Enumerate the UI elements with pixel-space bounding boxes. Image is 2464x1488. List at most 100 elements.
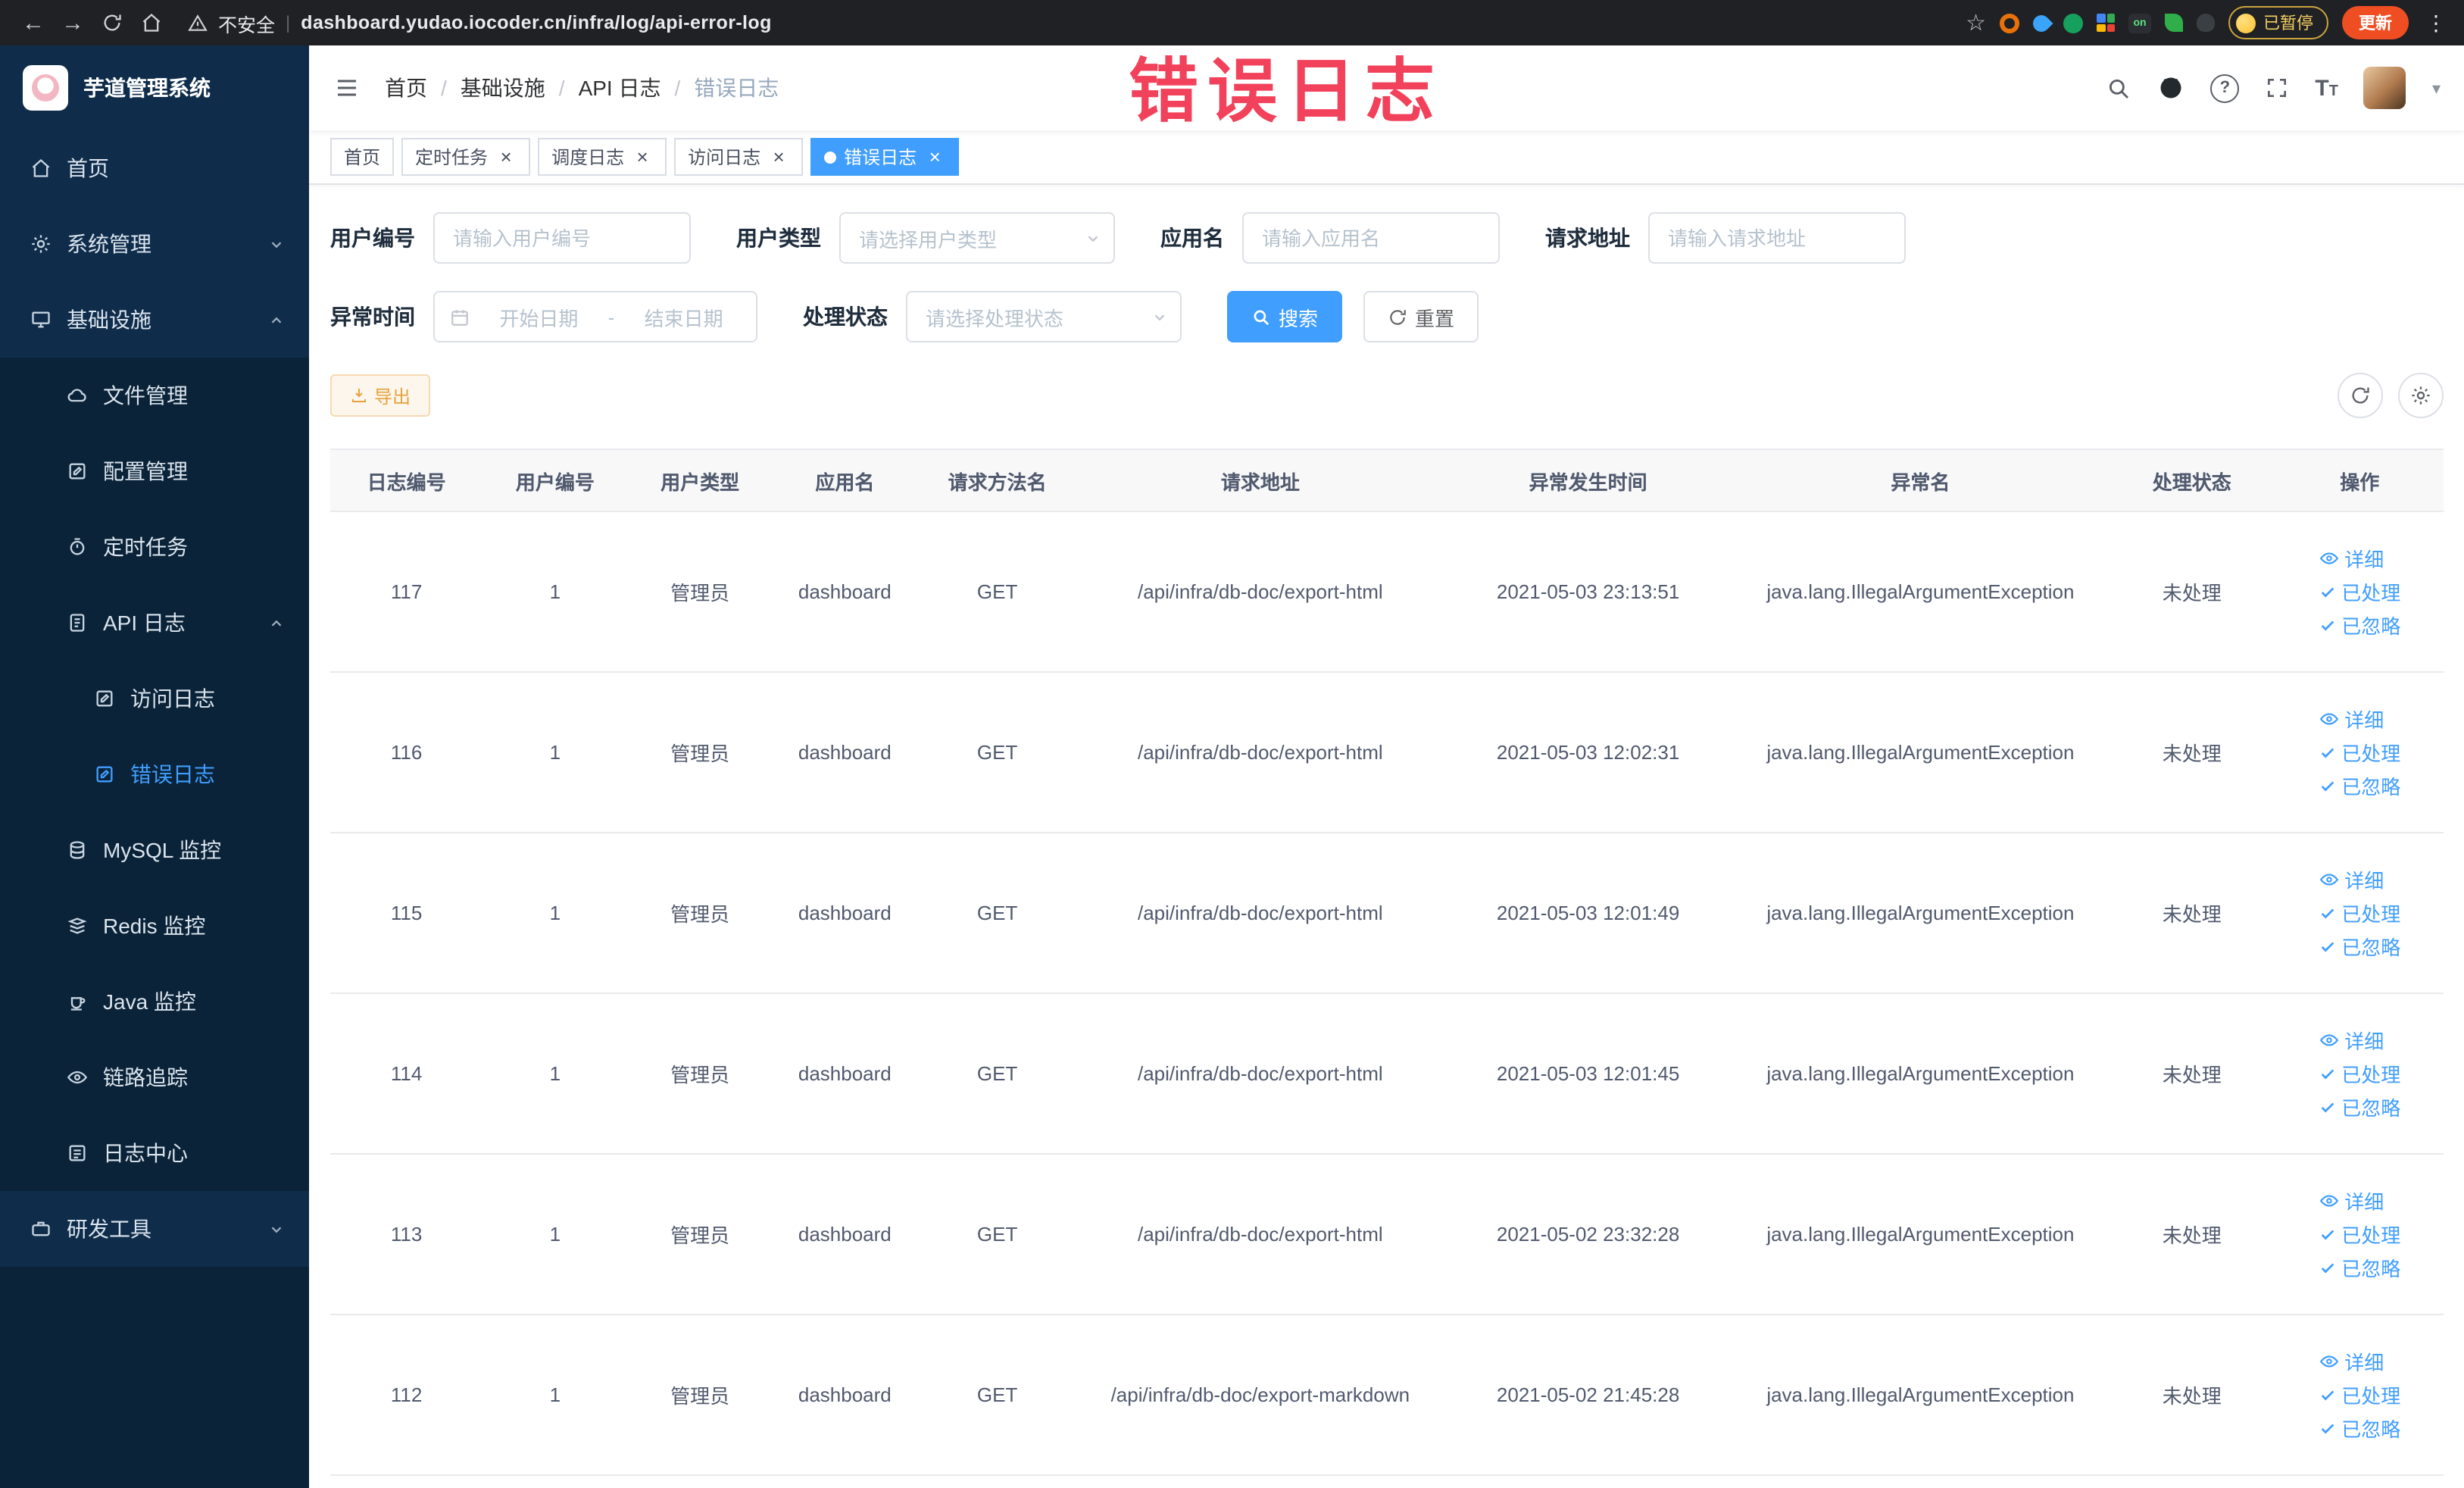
refresh-icon	[1388, 307, 1407, 327]
user-id-input[interactable]	[433, 212, 691, 264]
action-processed[interactable]: 已处理	[2319, 738, 2400, 767]
help-icon[interactable]: ?	[2210, 73, 2240, 102]
search-button[interactable]: 搜索	[1227, 291, 1343, 342]
sidebar-item-config-management[interactable]: 配置管理	[0, 433, 309, 509]
close-icon[interactable]: ×	[495, 146, 517, 167]
extension-icon-6[interactable]	[2165, 14, 2183, 32]
sidebar-item-infrastructure[interactable]: 基础设施	[0, 282, 309, 358]
sidebar-item-java-monitor[interactable]: Java 监控	[0, 964, 309, 1039]
action-processed[interactable]: 已处理	[2319, 577, 2400, 606]
sidebar-item-redis-monitor[interactable]: Redis 监控	[0, 888, 309, 964]
update-button[interactable]: 更新	[2342, 6, 2409, 39]
process-status-select[interactable]: 请选择处理状态	[906, 291, 1182, 342]
action-ignored[interactable]: 已忽略	[2319, 1253, 2400, 1282]
chevron-down-icon	[268, 236, 285, 252]
eye-icon	[2319, 1191, 2338, 1211]
sidebar-item-label: API 日志	[103, 611, 186, 635]
sidebar-item-file-management[interactable]: 文件管理	[0, 358, 309, 433]
sidebar-item-home[interactable]: 首页	[0, 130, 309, 206]
close-icon[interactable]: ×	[768, 146, 789, 167]
home-nav-icon[interactable]	[133, 5, 170, 41]
action-detail[interactable]: 详细	[2319, 865, 2384, 894]
action-ignored[interactable]: 已忽略	[2319, 611, 2400, 639]
action-processed[interactable]: 已处理	[2319, 1380, 2400, 1409]
sidebar-item-log-center[interactable]: 日志中心	[0, 1115, 309, 1191]
col-request-url: 请求地址	[1077, 449, 1444, 512]
sidebar-item-system-management[interactable]: 系统管理	[0, 206, 309, 282]
tab-home[interactable]: 首页	[330, 138, 395, 176]
extension-icon-2[interactable]	[2029, 11, 2053, 35]
extension-icon-7[interactable]	[2197, 14, 2215, 32]
action-detail[interactable]: 详细	[2319, 1026, 2384, 1055]
cell-method: GET	[917, 672, 1078, 833]
tab-dispatch-logs[interactable]: 调度日志 ×	[538, 138, 667, 176]
breadcrumb: 首页 / 基础设施 / API 日志 / 错误日志	[385, 73, 779, 103]
sidebar-item-mysql-monitor[interactable]: MySQL 监控	[0, 812, 309, 888]
action-ignored[interactable]: 已忽略	[2319, 771, 2400, 800]
user-type-select[interactable]: 请选择用户类型	[839, 212, 1115, 264]
sidebar-item-error-logs[interactable]: 错误日志	[0, 736, 309, 812]
breadcrumb-item[interactable]: 基础设施	[461, 73, 545, 103]
browser-menu-icon[interactable]: ⋮	[2422, 10, 2450, 36]
filter-label-exception-time: 异常时间	[330, 305, 415, 329]
action-ignored[interactable]: 已忽略	[2319, 932, 2400, 961]
tab-error-logs[interactable]: 错误日志 ×	[810, 138, 960, 176]
action-detail[interactable]: 详细	[2319, 544, 2384, 573]
cell-actions: 详细 已处理 已忽略	[2275, 833, 2444, 994]
avatar[interactable]	[2363, 67, 2406, 109]
extension-icon-3[interactable]	[2063, 13, 2083, 33]
app-logo[interactable]: 芋道管理系统	[0, 45, 309, 130]
cell-app-name: dashboard	[772, 1154, 917, 1315]
eye-icon	[2319, 1030, 2338, 1050]
table-toolbar: 导出	[309, 370, 2464, 436]
back-icon[interactable]: ←	[15, 5, 52, 41]
search-icon[interactable]	[2106, 75, 2131, 101]
document-icon	[67, 612, 88, 633]
close-icon[interactable]: ×	[632, 146, 653, 167]
bookmark-star-icon[interactable]: ☆	[1966, 9, 1986, 36]
close-icon[interactable]: ×	[924, 146, 945, 167]
font-size-icon[interactable]: TT	[2315, 77, 2338, 99]
tab-scheduled-tasks[interactable]: 定时任务 ×	[401, 138, 531, 176]
breadcrumb-item[interactable]: 首页	[385, 73, 427, 103]
date-range-picker[interactable]: 开始日期 - 结束日期	[433, 291, 757, 342]
extension-icon-1[interactable]	[2000, 13, 2019, 33]
extension-icon-4[interactable]	[2097, 14, 2115, 32]
refresh-table-button[interactable]	[2338, 373, 2383, 418]
fullscreen-icon[interactable]	[2265, 76, 2289, 100]
sidebar-item-scheduled-tasks[interactable]: 定时任务	[0, 509, 309, 585]
action-ignored[interactable]: 已忽略	[2319, 1414, 2400, 1443]
cell-exception-time: 2021-05-03 12:01:49	[1443, 833, 1733, 994]
column-settings-button[interactable]	[2398, 373, 2444, 418]
cell-user-type: 管理员	[627, 511, 773, 673]
action-processed[interactable]: 已处理	[2319, 899, 2400, 927]
sidebar-item-access-logs[interactable]: 访问日志	[0, 661, 309, 736]
app-title: 芋道管理系统	[83, 76, 211, 100]
github-icon[interactable]	[2157, 74, 2184, 102]
extension-icon-5[interactable]: on	[2128, 13, 2151, 33]
sidebar-item-dev-tools[interactable]: 研发工具	[0, 1191, 309, 1267]
export-button[interactable]: 导出	[330, 374, 431, 417]
app-name-input[interactable]	[1242, 212, 1500, 264]
address-bar[interactable]: 不安全 | dashboard.yudao.iocoder.cn/infra/l…	[188, 8, 1947, 37]
action-detail[interactable]: 详细	[2319, 1186, 2384, 1215]
action-processed[interactable]: 已处理	[2319, 1220, 2400, 1249]
sidebar-item-trace[interactable]: 链路追踪	[0, 1039, 309, 1115]
sidebar-item-api-logs[interactable]: API 日志	[0, 585, 309, 661]
request-url-input[interactable]	[1648, 212, 1906, 264]
hamburger-icon[interactable]	[333, 74, 361, 102]
reset-button[interactable]: 重置	[1363, 291, 1479, 342]
col-exception-name: 异常名	[1732, 449, 2108, 512]
action-detail[interactable]: 详细	[2319, 705, 2384, 733]
caret-down-icon[interactable]: ▾	[2432, 78, 2441, 98]
paused-badge[interactable]: 已暂停	[2228, 6, 2328, 39]
reload-icon[interactable]	[94, 5, 130, 41]
action-processed[interactable]: 已处理	[2319, 1059, 2400, 1088]
forward-icon[interactable]: →	[55, 5, 91, 41]
action-detail[interactable]: 详细	[2319, 1347, 2384, 1376]
cell-request-url: /api/infra/db-doc/export-markdown	[1077, 1315, 1444, 1476]
tab-access-logs[interactable]: 访问日志 ×	[674, 138, 804, 176]
breadcrumb-item[interactable]: API 日志	[579, 73, 661, 103]
action-ignored[interactable]: 已忽略	[2319, 1093, 2400, 1121]
cell-exception-time: 2021-05-03 12:02:31	[1443, 672, 1733, 833]
